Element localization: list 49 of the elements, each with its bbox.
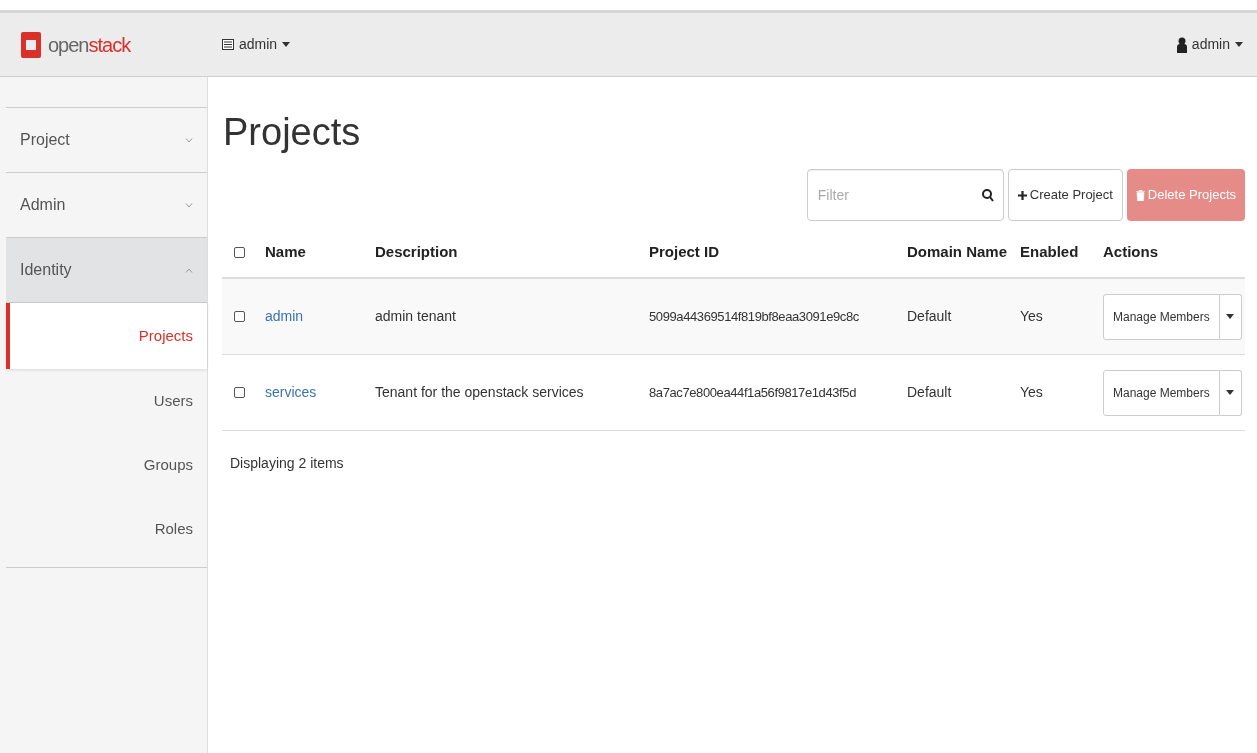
column-header: Enabled xyxy=(1020,242,1079,260)
column-header: Name xyxy=(265,242,306,260)
caret-icon xyxy=(1226,390,1235,395)
sidebar-section[interactable]: Identity xyxy=(6,238,207,303)
item-count: Displaying 2 items xyxy=(230,455,344,471)
table-cell: Default xyxy=(907,308,952,324)
manage-members-button[interactable]: Manage Members xyxy=(1103,293,1220,340)
logo-text: openstack xyxy=(48,32,131,58)
table-cell: Yes xyxy=(1020,308,1043,324)
caret-icon xyxy=(1235,42,1243,47)
list-icon xyxy=(222,39,234,50)
caret-icon xyxy=(282,42,291,47)
project-link[interactable]: services xyxy=(265,384,317,400)
page-title: Projects xyxy=(223,110,362,155)
checkbox[interactable] xyxy=(234,387,245,398)
sidebar-section[interactable]: Project xyxy=(6,108,207,173)
trash-icon xyxy=(1135,189,1145,201)
sidebar-item[interactable]: Roles xyxy=(6,497,207,561)
project-menu[interactable]: admin xyxy=(222,34,291,55)
create-project-button[interactable]: Create Project xyxy=(1007,169,1123,221)
plus-icon xyxy=(1017,190,1027,200)
user-menu[interactable]: admin xyxy=(1176,34,1243,55)
table-cell: 8a7ac7e800ea44f1a56f9817e1d43f5d xyxy=(649,385,856,400)
chevron-down-icon xyxy=(185,137,193,143)
caret-icon xyxy=(1226,314,1235,319)
chevron-down-icon xyxy=(185,202,193,208)
table-cell: Yes xyxy=(1020,384,1043,400)
user-icon xyxy=(1176,36,1187,53)
column-header: Actions xyxy=(1103,242,1158,260)
logo-icon xyxy=(20,29,42,60)
table-cell: Tenant for the openstack services xyxy=(375,384,584,400)
checkbox[interactable] xyxy=(234,311,245,322)
sidebar-item[interactable]: Users xyxy=(6,369,207,433)
column-header: Description xyxy=(375,242,458,260)
checkbox[interactable] xyxy=(234,246,245,258)
column-header: Domain Name xyxy=(907,242,1008,260)
table-cell: Default xyxy=(907,384,952,400)
project-link[interactable]: admin xyxy=(265,308,304,324)
column-header: Project ID xyxy=(649,242,720,260)
dropdown-toggle[interactable] xyxy=(1219,369,1242,416)
dropdown-toggle[interactable] xyxy=(1219,293,1242,340)
table-cell: 5099a44369514f819bf8eaa3091e9c8c xyxy=(649,309,859,324)
search-icon xyxy=(981,189,994,202)
sidebar-item[interactable]: Projects xyxy=(6,303,207,369)
filter-field[interactable]: Filter xyxy=(806,169,1004,221)
sidebar-item[interactable]: Groups xyxy=(6,433,207,497)
table-cell: admin tenant xyxy=(375,308,456,324)
chevron-up-icon xyxy=(185,267,193,273)
manage-members-button[interactable]: Manage Members xyxy=(1103,369,1220,416)
